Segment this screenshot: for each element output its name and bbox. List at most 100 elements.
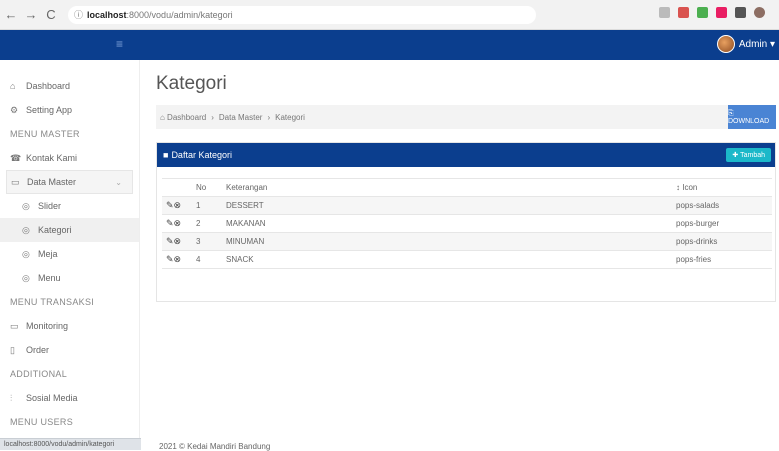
list-icon: ■	[163, 150, 168, 160]
sidebar-item-label: Order	[26, 345, 49, 355]
cell-icon: pops-fries	[672, 251, 772, 269]
breadcrumb-dashboard[interactable]: ⌂ Dashboard	[160, 113, 206, 122]
cell-keterangan: SNACK	[222, 251, 672, 269]
profile-icon[interactable]	[754, 7, 765, 18]
sidebar-item-label: Data Master	[27, 177, 76, 187]
sidebar-item-label: Sosial Media	[26, 393, 78, 403]
folder-icon: ▭	[11, 177, 27, 188]
sidebar-header-master: MENU MASTER	[0, 122, 139, 146]
column-header-action	[162, 179, 192, 197]
user-menu[interactable]: Admin ▾	[717, 35, 775, 53]
panel-title: Daftar Kategori	[171, 150, 232, 160]
circle-icon: ◎	[22, 225, 38, 236]
circle-icon: ◎	[22, 249, 38, 260]
table-row: ✎⊗ 3 MINUMAN pops-drinks	[162, 233, 772, 251]
row-actions[interactable]: ✎⊗	[162, 197, 192, 215]
chevron-down-icon: ⌄	[115, 178, 122, 187]
sidebar-item-setting-app[interactable]: ⚙ Setting App	[0, 98, 139, 122]
sidebar-item-kategori[interactable]: ◎ Kategori	[0, 218, 139, 242]
table-row: ✎⊗ 2 MAKANAN pops-burger	[162, 215, 772, 233]
home-icon: ⌂	[10, 81, 26, 91]
sidebar-item-data-master[interactable]: ▭ Data Master ⌄	[6, 170, 133, 194]
sidebar-item-menu[interactable]: ◎ Menu	[0, 266, 139, 290]
cell-keterangan: MAKANAN	[222, 215, 672, 233]
share-icon: ⫶	[10, 393, 26, 404]
status-bar-url: localhost:8000/vodu/admin/kategori	[0, 438, 146, 450]
sidebar-item-label: Kategori	[38, 225, 72, 235]
sidebar-item-order[interactable]: ▯ Order	[0, 338, 139, 362]
column-header-keterangan[interactable]: Keterangan	[222, 179, 672, 197]
cell-icon: pops-burger	[672, 215, 772, 233]
breadcrumb-kategori: Kategori	[275, 113, 305, 122]
sidebar-item-label: Dashboard	[26, 81, 70, 91]
cell-icon: pops-salads	[672, 197, 772, 215]
menu-toggle-icon[interactable]: ≡	[116, 37, 123, 51]
monitor-icon: ▭	[10, 321, 26, 332]
column-header-no[interactable]: No	[192, 179, 222, 197]
url-host: localhost	[87, 10, 127, 20]
sidebar-item-kontak-kami[interactable]: ☎ Kontak Kami	[0, 146, 139, 170]
page-title: Kategori	[156, 73, 227, 95]
user-name[interactable]: Admin ▾	[739, 39, 775, 50]
extension-icon[interactable]	[678, 7, 689, 18]
order-icon: ▯	[10, 345, 26, 356]
reload-icon[interactable]: C	[42, 7, 60, 22]
row-actions[interactable]: ✎⊗	[162, 215, 192, 233]
address-bar[interactable]: ⓘ localhost :8000/vodu/admin/kategori	[68, 6, 536, 24]
cell-no: 2	[192, 215, 222, 233]
extension-icons	[659, 7, 765, 18]
sidebar-item-meja[interactable]: ◎ Meja	[0, 242, 139, 266]
breadcrumb-separator: ›	[211, 113, 214, 122]
sidebar-item-label: Slider	[38, 201, 61, 211]
extension-icon[interactable]	[716, 7, 727, 18]
cell-keterangan: MINUMAN	[222, 233, 672, 251]
kategori-table: No Keterangan ↕ Icon ✎⊗ 1 DESSERT pops-s…	[162, 178, 772, 269]
breadcrumb-separator: ›	[267, 113, 270, 122]
panel-header: ■ Daftar Kategori	[157, 143, 775, 167]
sidebar-item-label: Monitoring	[26, 321, 68, 331]
back-icon[interactable]: ←	[2, 7, 20, 22]
sidebar-item-label: Setting App	[26, 105, 72, 115]
phone-icon: ☎	[10, 153, 26, 164]
circle-icon: ◎	[22, 273, 38, 284]
sidebar-header-users: MENU USERS	[0, 410, 139, 434]
table-header-row: No Keterangan ↕ Icon	[162, 179, 772, 197]
sidebar-item-slider[interactable]: ◎ Slider	[0, 194, 139, 218]
sidebar-item-sosial-media[interactable]: ⫶ Sosial Media	[0, 386, 139, 410]
sidebar-item-label: Kontak Kami	[26, 153, 77, 163]
column-header-icon[interactable]: ↕ Icon	[672, 179, 772, 197]
extension-icon[interactable]	[697, 7, 708, 18]
row-actions[interactable]: ✎⊗	[162, 233, 192, 251]
browser-toolbar: ← → C ⓘ localhost :8000/vodu/admin/kateg…	[0, 0, 779, 30]
sidebar-item-monitoring[interactable]: ▭ Monitoring	[0, 314, 139, 338]
info-icon[interactable]: ⓘ	[74, 8, 83, 21]
sidebar-header-additional: ADDITIONAL	[0, 362, 139, 386]
breadcrumb-data-master[interactable]: Data Master	[219, 113, 263, 122]
url-path: :8000/vodu/admin/kategori	[127, 10, 233, 20]
settings-icon: ⚙	[10, 105, 26, 116]
main-content: Kategori ⌂ Dashboard › Data Master › Kat…	[141, 60, 779, 450]
table-row: ✎⊗ 1 DESSERT pops-salads	[162, 197, 772, 215]
avatar[interactable]	[717, 35, 735, 53]
sidebar-item-label: Menu	[38, 273, 61, 283]
sidebar-item-dashboard[interactable]: ⌂ Dashboard	[0, 74, 139, 98]
cell-no: 4	[192, 251, 222, 269]
table-row: ✎⊗ 4 SNACK pops-fries	[162, 251, 772, 269]
row-actions[interactable]: ✎⊗	[162, 251, 192, 269]
add-button[interactable]: ✚ Tambah	[726, 148, 771, 162]
download-button[interactable]: ⎘ DOWNLOAD	[728, 105, 776, 129]
cell-no: 3	[192, 233, 222, 251]
star-icon[interactable]	[659, 7, 670, 18]
cell-no: 1	[192, 197, 222, 215]
kategori-panel: ■ Daftar Kategori ✚ Tambah No Keterangan…	[156, 142, 776, 302]
circle-icon: ◎	[22, 201, 38, 212]
cell-icon: pops-drinks	[672, 233, 772, 251]
forward-icon[interactable]: →	[22, 7, 40, 22]
breadcrumb: ⌂ Dashboard › Data Master › Kategori ⎘ D…	[156, 105, 776, 129]
extension-icon[interactable]	[735, 7, 746, 18]
cell-keterangan: DESSERT	[222, 197, 672, 215]
sidebar-header-transaksi: MENU TRANSAKSI	[0, 290, 139, 314]
sidebar-item-label: Meja	[38, 249, 58, 259]
sidebar: ⌂ Dashboard ⚙ Setting App MENU MASTER ☎ …	[0, 60, 140, 450]
top-navbar: ≡ Admin ▾	[0, 30, 779, 60]
